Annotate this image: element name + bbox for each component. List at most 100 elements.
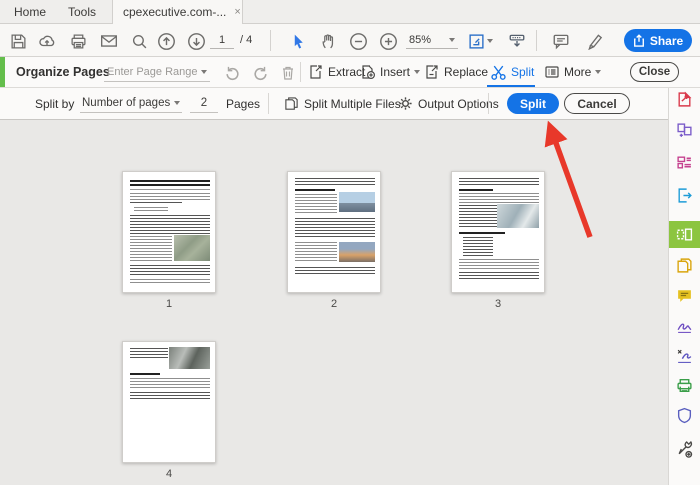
close-button[interactable]: Close (630, 62, 679, 82)
fit-page-select[interactable] (466, 31, 494, 51)
replace-tool[interactable]: Replace (424, 57, 488, 87)
insert-label: Insert (380, 65, 411, 79)
page1-map-image (174, 235, 210, 261)
combine-files-icon[interactable] (669, 116, 700, 144)
page-thumbnail-3[interactable] (451, 171, 545, 293)
rotate-right-icon[interactable] (250, 63, 270, 83)
delete-pages-icon[interactable] (278, 63, 298, 83)
page-thumbnail-4[interactable] (122, 341, 216, 463)
tab-home-label: Home (14, 5, 47, 19)
organize-accent-strip (0, 57, 5, 87)
output-options-label: Output Options (418, 96, 499, 111)
page-thumbnail-1[interactable] (122, 171, 216, 293)
more-tools-icon[interactable] (669, 435, 700, 463)
cloud-upload-icon[interactable] (37, 31, 57, 51)
comment-tool-icon[interactable] (669, 281, 700, 309)
chevron-down-icon (449, 38, 455, 42)
zoom-level-select[interactable]: 85% (406, 32, 458, 49)
page-number-input[interactable]: 1 (210, 32, 234, 49)
split-multiple-files-button[interactable]: Split Multiple Files (284, 88, 401, 119)
split-multiple-files-label: Split Multiple Files (304, 96, 401, 111)
main-toolbar: 1 / 4 85% Share (0, 24, 700, 57)
toolbar-divider (270, 30, 271, 51)
comment-icon[interactable] (551, 31, 571, 51)
fill-and-sign-icon[interactable] (669, 311, 700, 339)
save-icon[interactable] (8, 31, 28, 51)
page-total-label: / 4 (240, 34, 253, 46)
create-pdf-icon[interactable] (669, 85, 700, 113)
tab-tools-label: Tools (68, 5, 97, 19)
pages-unit-label: Pages (226, 96, 261, 111)
rotate-left-icon[interactable] (222, 63, 242, 83)
compress-pdf-icon[interactable] (669, 251, 700, 279)
chevron-down-icon (595, 70, 602, 74)
highlighter-icon[interactable] (585, 31, 605, 51)
split-confirm-button[interactable]: Split (507, 93, 559, 114)
extract-tool[interactable]: Extract (308, 57, 365, 87)
pages-canvas: 1 2 3 4 (0, 120, 668, 485)
scan-ocr-icon[interactable] (669, 371, 700, 399)
split-mode-select[interactable]: Number of pages (80, 94, 182, 113)
chevron-down-icon (414, 70, 421, 74)
page-range-placeholder: Enter Page Range (107, 65, 198, 78)
organize-pages-tool-active[interactable] (669, 221, 700, 248)
tab-bar: Home Tools cpexecutive.com-... × (0, 0, 700, 24)
split-mode-value: Number of pages (82, 97, 171, 109)
tab-document-label: cpexecutive.com-... (123, 5, 227, 19)
page-number-2: 2 (330, 298, 338, 310)
insert-tool[interactable]: Insert (360, 57, 421, 87)
page-range-input[interactable]: Enter Page Range (104, 62, 210, 82)
split-tool-label: Split (511, 65, 535, 79)
split-tool[interactable]: Split (490, 57, 534, 87)
print-icon[interactable] (68, 31, 88, 51)
request-signatures-icon[interactable] (669, 341, 700, 369)
output-options-button[interactable]: Output Options (398, 88, 499, 119)
organize-pages-title: Organize Pages (16, 65, 110, 79)
zoom-out-icon[interactable] (348, 31, 368, 51)
cancel-button-label: Cancel (577, 96, 617, 111)
close-tab-icon[interactable]: × (234, 6, 240, 18)
page3-aerial-image (497, 204, 539, 228)
zoom-in-icon[interactable] (378, 31, 398, 51)
share-button-label: Share (649, 33, 684, 48)
chevron-down-icon (174, 101, 180, 105)
chevron-down-icon (201, 69, 207, 74)
split-options-bar: Split by Number of pages 2 Pages Split M… (0, 88, 668, 120)
toolbar-divider (300, 62, 301, 82)
share-button[interactable]: Share (624, 29, 692, 52)
page-number-1: 1 (165, 298, 173, 310)
export-pdf-icon[interactable] (669, 181, 700, 209)
more-tool[interactable]: More (544, 57, 602, 87)
toolbar-divider (268, 93, 269, 114)
search-icon[interactable] (129, 31, 149, 51)
tab-tools[interactable]: Tools (58, 0, 106, 24)
protect-icon[interactable] (669, 401, 700, 429)
page4-aerial-image (169, 347, 210, 369)
email-icon[interactable] (99, 31, 119, 51)
split-confirm-label: Split (520, 96, 546, 111)
page-number-3: 3 (494, 298, 502, 310)
tab-home[interactable]: Home (4, 0, 56, 24)
page-scrolling-icon[interactable] (507, 31, 527, 51)
tab-document[interactable]: cpexecutive.com-... × (112, 0, 243, 24)
hand-tool-icon[interactable] (318, 31, 338, 51)
page-number-4: 4 (165, 468, 173, 480)
select-tool-icon[interactable] (288, 31, 308, 51)
edit-pdf-icon[interactable] (669, 148, 700, 176)
split-tool-active-underline (487, 85, 535, 87)
split-count-input[interactable]: 2 (190, 94, 218, 113)
toolbar-divider (488, 93, 489, 114)
close-button-label: Close (638, 66, 671, 78)
page2-sunset-image (339, 242, 375, 262)
replace-label: Replace (444, 65, 489, 79)
cancel-button[interactable]: Cancel (564, 93, 630, 114)
acrobat-window: Home Tools cpexecutive.com-... × 1 / 4 8… (0, 0, 700, 485)
organize-pages-bar: Organize Pages Enter Page Range Extract … (0, 57, 700, 88)
page-thumbnail-2[interactable] (287, 171, 381, 293)
chevron-down-icon (486, 39, 493, 43)
split-by-label: Split by (35, 96, 75, 111)
next-page-icon[interactable] (186, 31, 206, 51)
more-label: More (564, 65, 592, 79)
tools-sidebar (668, 88, 700, 485)
previous-page-icon[interactable] (156, 31, 176, 51)
